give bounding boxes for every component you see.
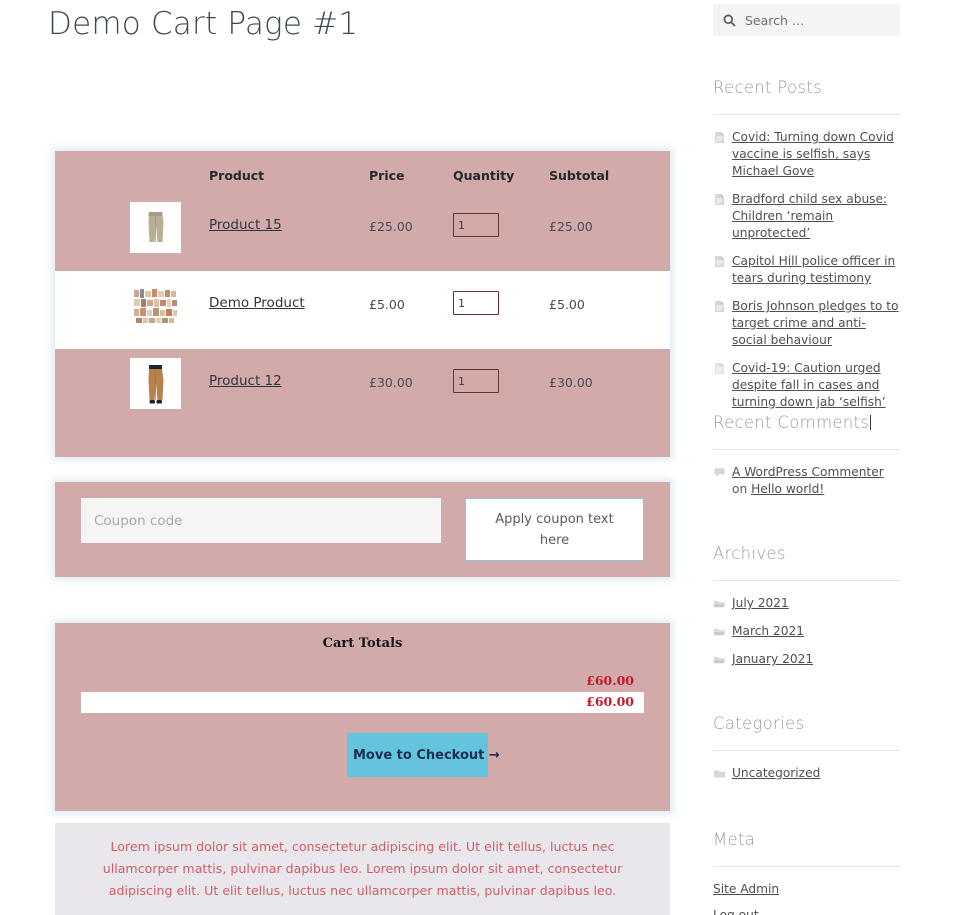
move-to-checkout-button[interactable]: Move to Checkout → — [347, 733, 500, 777]
widget-title: Recent Posts — [713, 78, 900, 115]
widget-meta: Meta Site Admin Log out — [713, 830, 900, 915]
list-item: Site Admin — [713, 881, 900, 898]
recent-comments-list: A WordPress Commenter on Hello world! — [713, 450, 900, 498]
column-header-product: Product — [209, 168, 265, 183]
widget-title-text: Recent Comments — [713, 413, 870, 432]
post-icon — [715, 132, 724, 143]
list-item: March 2021 — [713, 623, 900, 640]
column-header-subtotal: Subtotal — [549, 168, 610, 183]
site-admin-link[interactable]: Site Admin — [713, 882, 779, 896]
column-header-price: Price — [369, 168, 405, 183]
totals-row: £60.00 — [81, 692, 644, 713]
comment-post-link[interactable]: Hello world! — [751, 482, 824, 496]
widget-recent-posts: Recent Posts Covid: Turning down Covid v… — [713, 78, 900, 422]
cart-totals-panel: Cart Totals £60.00 £60.00 Move to Checko… — [55, 623, 670, 811]
subtotal-value: £60.00 — [586, 673, 634, 688]
folder-icon — [714, 770, 725, 778]
post-link[interactable]: Covid-19: Caution urged despite fall in … — [732, 361, 886, 409]
comment-bubble-icon — [714, 468, 725, 477]
quantity-input[interactable] — [453, 291, 499, 315]
khaki-trousers-thumbnail[interactable] — [130, 202, 181, 253]
search-icon — [723, 14, 736, 27]
archive-link[interactable]: January 2021 — [732, 652, 813, 666]
list-item: Uncategorized — [713, 765, 900, 782]
category-link[interactable]: Uncategorized — [732, 766, 820, 780]
post-link[interactable]: Boris Johnson pledges to to target crime… — [732, 299, 899, 347]
archives-list: July 2021 March 2021 January 2021 — [713, 581, 900, 668]
post-link[interactable]: Bradford child sex abuse: Children ‘rema… — [732, 192, 887, 240]
table-row: Demo Product £5.00 £5.00 — [55, 271, 670, 349]
archive-link[interactable]: March 2021 — [732, 624, 804, 638]
product-collage-thumbnail[interactable] — [130, 280, 181, 331]
total-value: £60.00 — [586, 694, 634, 709]
log-out-link[interactable]: Log out — [713, 908, 759, 915]
categories-list: Uncategorized — [713, 751, 900, 782]
widget-archives: Archives July 2021 March 2021 January 20… — [713, 544, 900, 679]
post-icon — [715, 194, 724, 205]
list-item: January 2021 — [713, 651, 900, 668]
coupon-panel: Apply coupon text here — [55, 482, 670, 577]
table-row: Product 12 £30.00 £30.00 — [55, 349, 670, 427]
post-icon — [715, 363, 724, 374]
totals-row: £60.00 — [81, 671, 644, 692]
list-item: Bradford child sex abuse: Children ‘rema… — [713, 191, 900, 242]
quantity-input[interactable] — [453, 213, 499, 237]
post-link[interactable]: Capitol Hill police officer in tears dur… — [732, 254, 895, 285]
meta-list: Site Admin Log out — [713, 867, 900, 915]
list-item: Boris Johnson pledges to to target crime… — [713, 298, 900, 349]
product-price: £25.00 — [369, 219, 413, 234]
list-item: July 2021 — [713, 595, 900, 612]
widget-title: Categories — [713, 714, 900, 751]
post-icon — [715, 301, 724, 312]
comment-connector: on — [732, 482, 752, 496]
list-item: Covid: Turning down Covid vaccine is sel… — [713, 129, 900, 180]
table-row: Product 15 £25.00 £25.00 — [55, 193, 670, 271]
cart-header-row: Product Price Quantity Subtotal — [55, 163, 670, 193]
open-folder-icon — [714, 629, 725, 636]
open-folder-icon — [714, 601, 725, 608]
post-link[interactable]: Covid: Turning down Covid vaccine is sel… — [732, 130, 894, 178]
list-item: Log out — [713, 907, 900, 915]
cart-totals-title: Cart Totals — [322, 636, 403, 651]
open-folder-icon — [714, 657, 725, 664]
cart-note: Lorem ipsum dolor sit amet, consectetur … — [55, 823, 670, 915]
list-item: Capitol Hill police officer in tears dur… — [713, 253, 900, 287]
coupon-code-input[interactable] — [81, 498, 441, 543]
apply-coupon-button[interactable]: Apply coupon text here — [465, 498, 644, 561]
widget-recent-comments: Recent Comments A WordPress Commenter on… — [713, 413, 900, 509]
widget-title: Recent Comments — [713, 413, 900, 450]
product-link[interactable]: Product 15 — [209, 217, 282, 233]
sidebar: Recent Posts Covid: Turning down Covid v… — [713, 0, 963, 915]
product-link[interactable]: Product 12 — [209, 373, 282, 389]
cart-table-panel: Product Price Quantity Subtotal Product … — [55, 151, 670, 457]
main-content: Demo Cart Page #1 Product Price Quantity… — [0, 0, 700, 915]
product-subtotal: £30.00 — [549, 375, 593, 390]
recent-posts-list: Covid: Turning down Covid vaccine is sel… — [713, 115, 900, 411]
widget-categories: Categories Uncategorized — [713, 714, 900, 793]
page-title: Demo Cart Page #1 — [48, 6, 359, 42]
quantity-input[interactable] — [453, 369, 499, 393]
cart-page: Demo Cart Page #1 Product Price Quantity… — [0, 0, 963, 915]
list-item: Covid-19: Caution urged despite fall in … — [713, 360, 900, 411]
archive-link[interactable]: July 2021 — [732, 596, 789, 610]
comment-author-link[interactable]: A WordPress Commenter — [732, 465, 884, 479]
product-price: £30.00 — [369, 375, 413, 390]
column-header-quantity: Quantity — [453, 168, 515, 183]
widget-title: Archives — [713, 544, 900, 581]
product-subtotal: £5.00 — [549, 297, 585, 312]
search-input[interactable] — [743, 11, 903, 29]
product-subtotal: £25.00 — [549, 219, 593, 234]
product-link[interactable]: Demo Product — [209, 295, 305, 311]
product-price: £5.00 — [369, 297, 405, 312]
list-item: A WordPress Commenter on Hello world! — [713, 464, 900, 498]
post-icon — [715, 256, 724, 267]
tan-trousers-thumbnail[interactable] — [130, 358, 181, 409]
widget-title: Meta — [713, 830, 900, 867]
text-cursor — [870, 415, 872, 430]
search-box[interactable] — [713, 4, 903, 36]
